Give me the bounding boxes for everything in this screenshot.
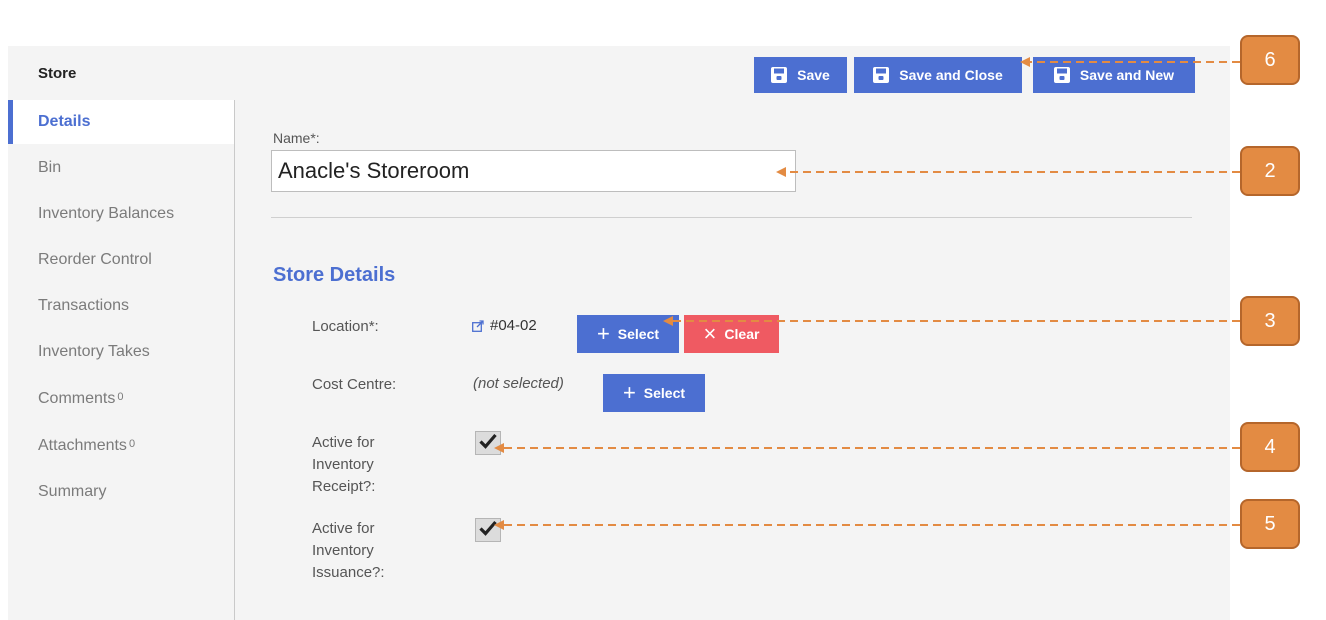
location-value[interactable]: #04-02 (472, 317, 537, 334)
sidebar-item-reorder-control[interactable]: Reorder Control (8, 238, 234, 282)
sidebar-item-inventory-balances[interactable]: Inventory Balances (8, 192, 234, 236)
save-button-label: Save (797, 67, 830, 83)
sidebar-item-inventory-takes[interactable]: Inventory Takes (8, 330, 234, 374)
sidebar-item-comments[interactable]: Comments 0 (8, 377, 234, 421)
annotation-badge-5: 5 (1240, 499, 1300, 549)
store-form-window: Store Save Save and Close Save and New D… (8, 46, 1230, 620)
details-panel: Name*: Store Details Location*: #04-02 +… (235, 100, 1230, 620)
section-title-store-details: Store Details (273, 264, 396, 286)
sidebar-item-transactions[interactable]: Transactions (8, 284, 234, 328)
active-receipt-label: Active for Inventory Receipt?: (312, 434, 376, 495)
annotation-badge-2: 2 (1240, 146, 1300, 196)
save-and-close-label: Save and Close (899, 67, 1003, 83)
save-button[interactable]: Save (754, 57, 847, 93)
sidebar: Details Bin Inventory Balances Reorder C… (8, 100, 235, 620)
name-input[interactable] (271, 150, 796, 192)
save-and-new-button[interactable]: Save and New (1033, 57, 1195, 93)
name-label: Name*: (273, 130, 320, 146)
plus-icon: + (622, 380, 636, 405)
save-and-new-label: Save and New (1079, 67, 1175, 83)
sidebar-item-attachments[interactable]: Attachments 0 (8, 424, 234, 468)
annotation-badge-6: 6 (1240, 35, 1300, 85)
floppy-disk-icon (1053, 67, 1070, 83)
location-label: Location*: (312, 318, 379, 335)
location-value-text: #04-02 (490, 317, 537, 334)
sidebar-item-details[interactable]: Details (8, 100, 234, 144)
active-issuance-checkbox[interactable] (475, 518, 501, 542)
cost-centre-value: (not selected) (473, 375, 564, 392)
divider (271, 217, 1192, 218)
attachments-count-badge: 0 (128, 438, 136, 450)
floppy-disk-icon (771, 67, 788, 83)
sidebar-item-summary[interactable]: Summary (8, 470, 234, 514)
annotation-badge-3: 3 (1240, 296, 1300, 346)
comments-count-badge: 0 (117, 391, 124, 403)
cost-centre-select-button[interactable]: + Select (603, 374, 705, 412)
sidebar-item-bin[interactable]: Bin (8, 146, 234, 190)
checkmark-icon (479, 520, 497, 541)
checkmark-icon (479, 433, 497, 454)
annotation-badge-4: 4 (1240, 422, 1300, 472)
location-select-label: Select (617, 326, 660, 342)
cost-centre-label: Cost Centre: (312, 376, 397, 393)
external-link-icon[interactable] (472, 319, 484, 332)
cost-centre-select-label: Select (643, 385, 686, 401)
location-select-button[interactable]: + Select (577, 315, 679, 353)
location-clear-label: Clear (724, 326, 760, 342)
active-receipt-checkbox[interactable] (475, 431, 501, 455)
close-icon: × (703, 321, 717, 346)
active-issuance-label: Active for Inventory Issuance?: (312, 520, 385, 581)
floppy-disk-icon (873, 67, 890, 83)
plus-icon: + (596, 321, 610, 346)
save-and-close-button[interactable]: Save and Close (854, 57, 1022, 93)
location-clear-button[interactable]: × Clear (684, 315, 779, 353)
page-title: Store (38, 65, 77, 82)
